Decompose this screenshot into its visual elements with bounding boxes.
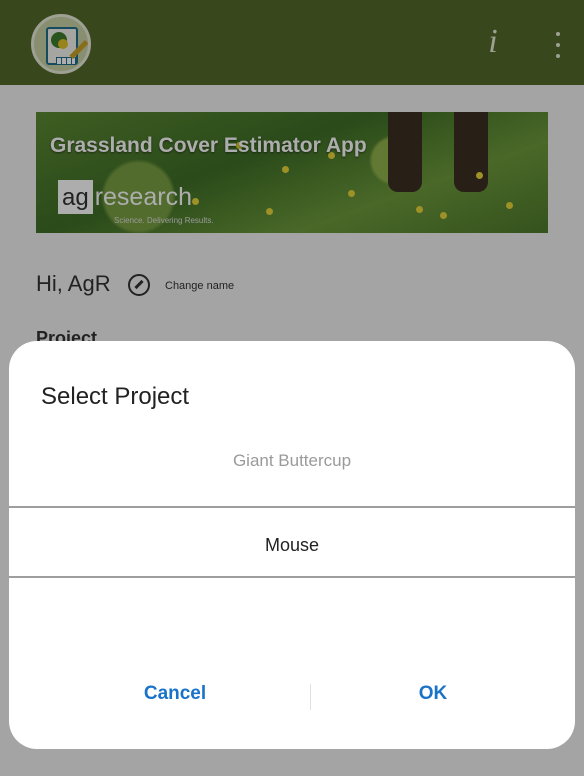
cancel-button[interactable]: Cancel	[115, 683, 235, 713]
button-separator	[310, 684, 311, 710]
select-project-dialog: Select Project Giant Buttercup Mouse Can…	[9, 341, 575, 749]
project-option[interactable]: Giant Buttercup	[9, 451, 575, 471]
project-option-selected[interactable]: Mouse	[9, 535, 575, 556]
ok-button[interactable]: OK	[383, 683, 483, 713]
picker-divider	[9, 506, 575, 508]
picker-divider	[9, 576, 575, 578]
dialog-title: Select Project	[41, 383, 190, 410]
